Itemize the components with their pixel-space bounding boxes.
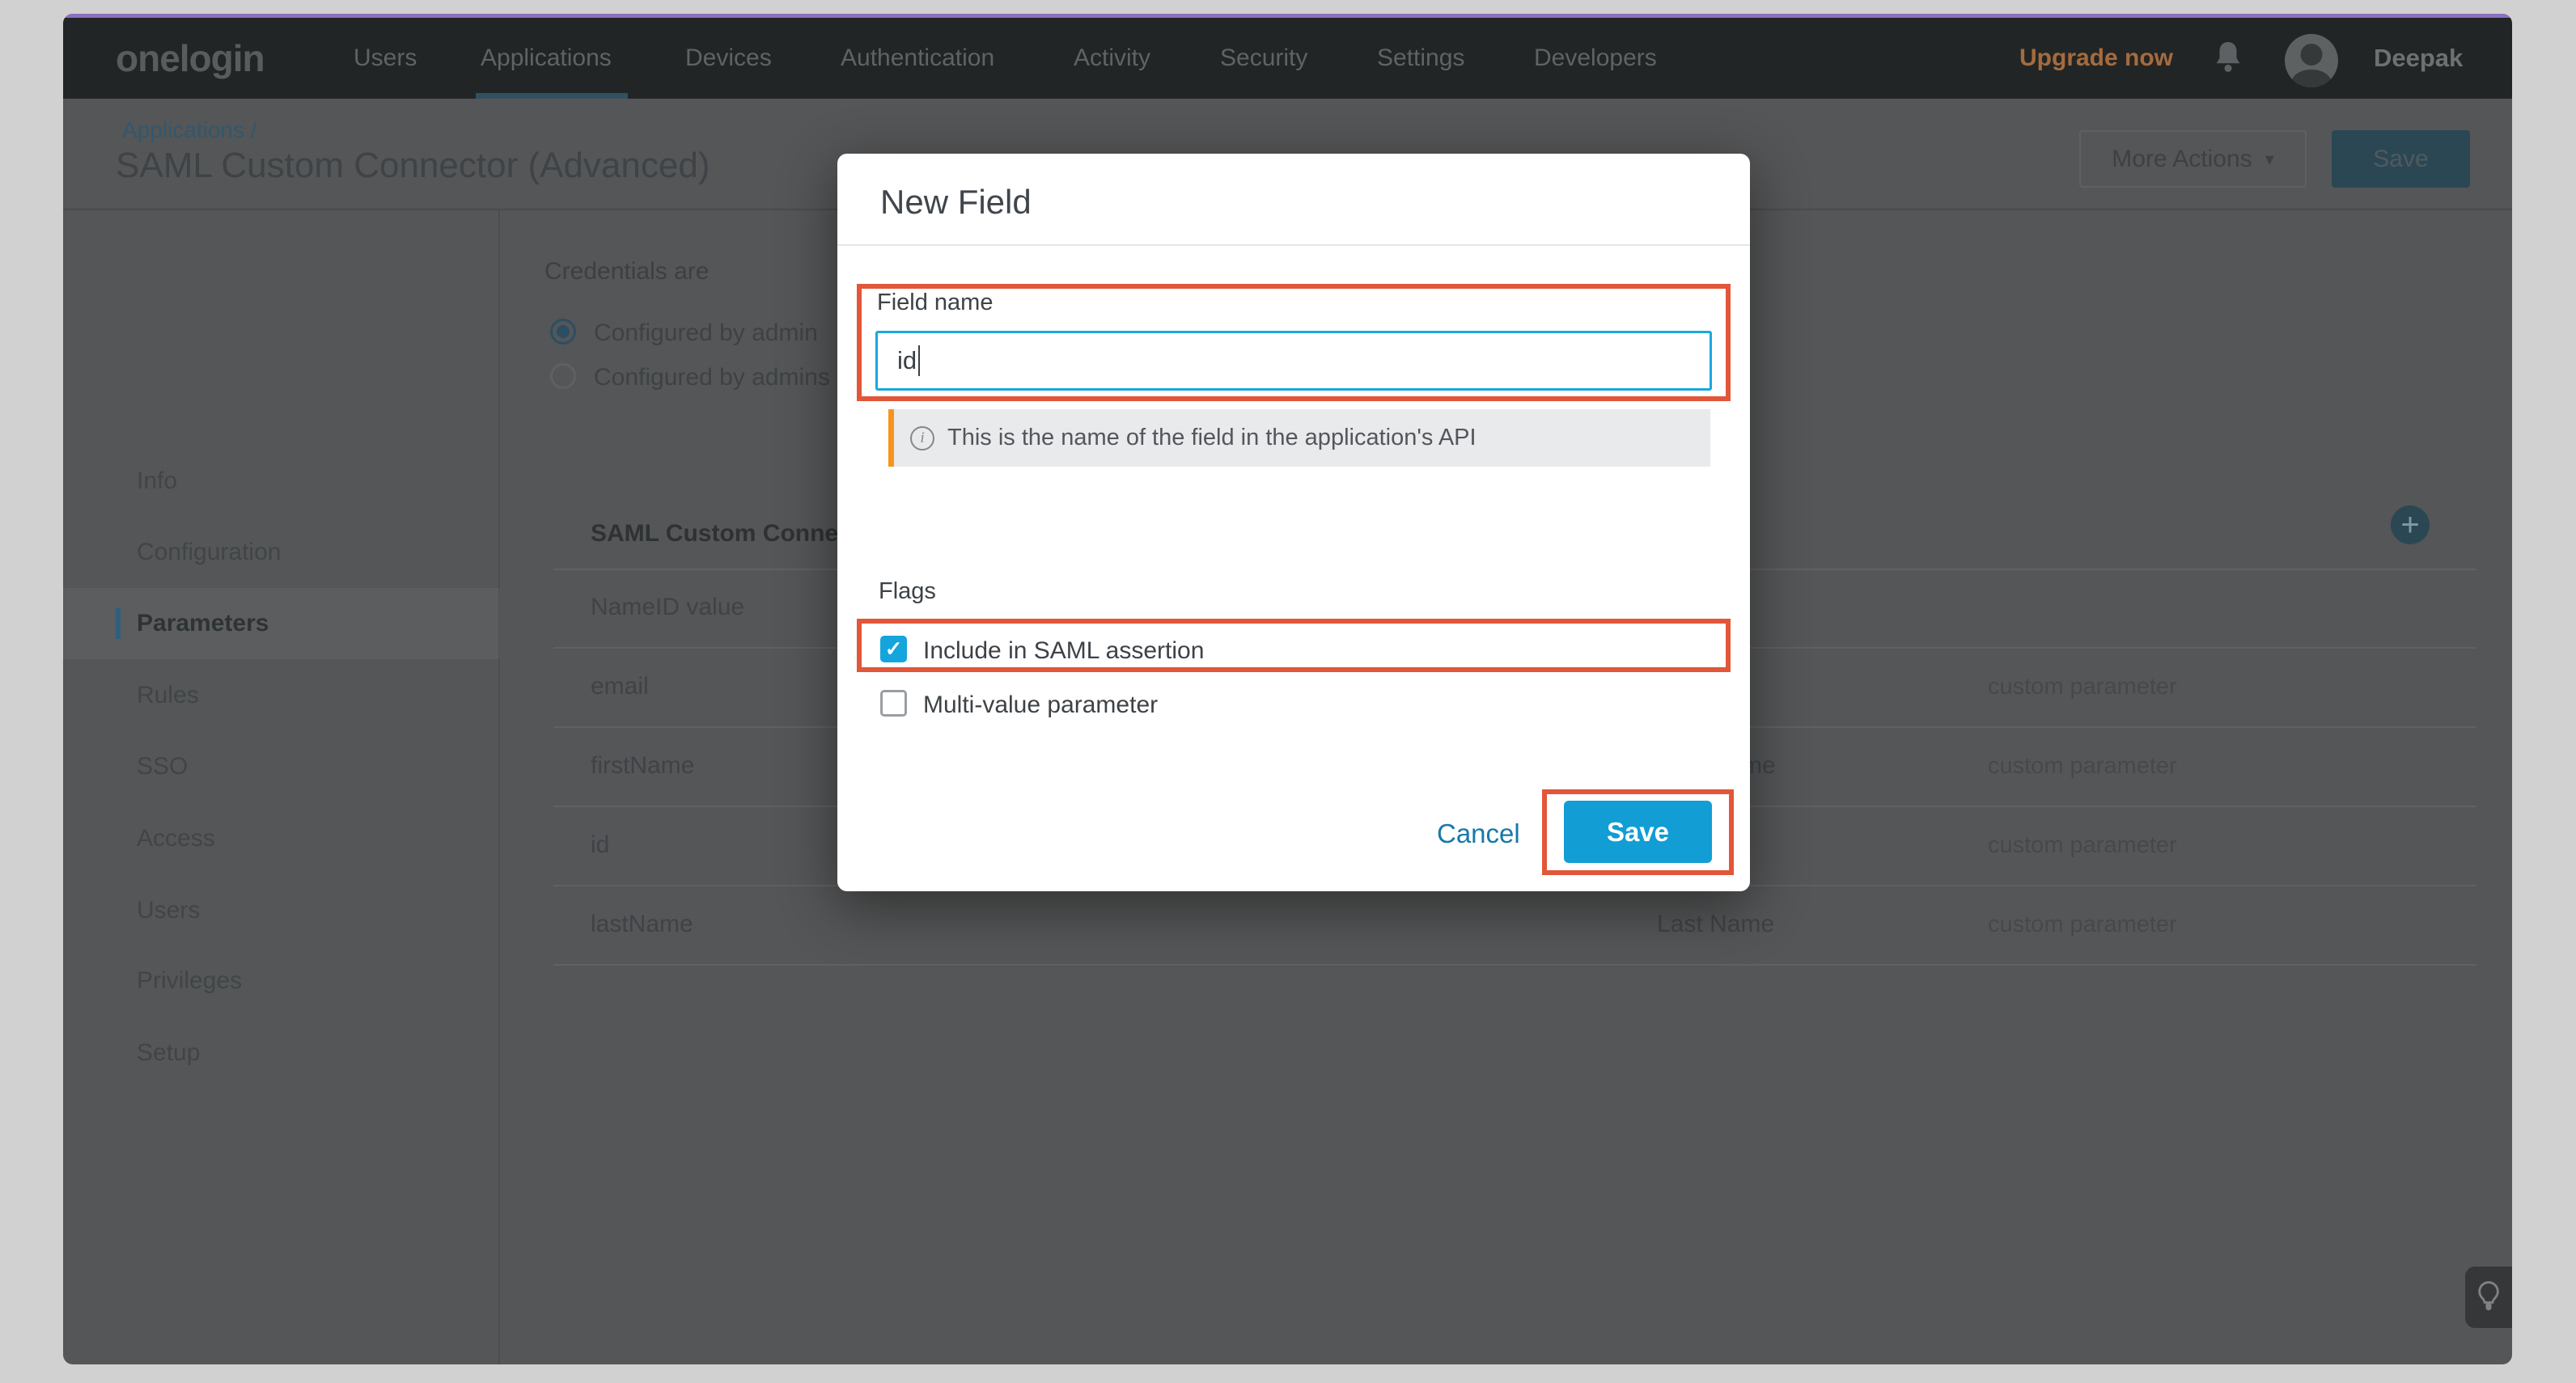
checkbox-include-in-saml-assertion[interactable]: ✓ <box>880 636 907 662</box>
table-row-field[interactable]: email <box>591 673 649 700</box>
radio-label-admin[interactable]: Configured by admin <box>594 319 818 347</box>
info-icon: i <box>910 426 934 450</box>
table-row-type: custom parameter <box>1988 674 2177 700</box>
field-name-help-note: i This is the name of the field in the a… <box>888 409 1710 467</box>
checkbox-label-multi-value[interactable]: Multi-value parameter <box>923 692 1158 719</box>
table-row-value: Last Name <box>1657 911 1774 938</box>
screen: onelogin Users Applications Devices Auth… <box>0 0 2576 1383</box>
radio-label-admins-users[interactable]: Configured by admins a <box>594 364 850 391</box>
table-row-type: custom parameter <box>1988 832 2177 859</box>
nav-item-devices[interactable]: Devices <box>685 44 772 72</box>
checkbox-multi-value-parameter[interactable] <box>880 690 907 717</box>
lightbulb-icon <box>2475 1279 2502 1316</box>
table-row-field[interactable]: NameID value <box>591 594 744 621</box>
top-nav: onelogin Users Applications Devices Auth… <box>63 18 2512 99</box>
nav-item-developers[interactable]: Developers <box>1534 44 1657 72</box>
page-save-button[interactable]: Save <box>2332 130 2470 188</box>
sidebar-item-info[interactable]: Info <box>137 467 177 495</box>
more-actions-label: More Actions <box>2112 146 2252 173</box>
upgrade-now-link[interactable]: Upgrade now <box>2019 44 2173 72</box>
sidebar-item-setup[interactable]: Setup <box>137 1039 200 1067</box>
flags-label: Flags <box>879 578 936 605</box>
radio-configured-by-admins-and-users[interactable] <box>550 363 576 389</box>
user-name[interactable]: Deepak <box>2374 44 2463 73</box>
nav-item-authentication[interactable]: Authentication <box>841 44 994 72</box>
nav-item-security[interactable]: Security <box>1220 44 1307 72</box>
sidebar-item-users[interactable]: Users <box>137 897 200 924</box>
help-widget-button[interactable] <box>2465 1267 2512 1328</box>
sidebar-item-access[interactable]: Access <box>137 825 215 852</box>
sidebar: Info Configuration Parameters Rules SSO … <box>63 210 500 1364</box>
table-title: SAML Custom Connecto <box>591 520 875 548</box>
user-avatar[interactable] <box>2285 34 2338 87</box>
sidebar-item-sso[interactable]: SSO <box>137 753 188 780</box>
table-row-type: custom parameter <box>1988 753 2177 780</box>
checkbox-label-saml-assertion[interactable]: Include in SAML assertion <box>923 637 1204 665</box>
nav-item-settings[interactable]: Settings <box>1377 44 1464 72</box>
nav-item-users[interactable]: Users <box>354 44 417 72</box>
text-cursor <box>918 345 920 376</box>
chevron-down-icon: ▾ <box>2265 149 2274 170</box>
active-tab-underline <box>476 93 628 99</box>
avatar-body-silhouette <box>2292 70 2331 87</box>
field-name-label: Field name <box>877 290 993 316</box>
page-title: SAML Custom Connector (Advanced) <box>116 146 710 186</box>
table-divider <box>553 964 2476 966</box>
breadcrumb[interactable]: Applications / <box>122 117 257 143</box>
sidebar-item-configuration[interactable]: Configuration <box>137 539 281 566</box>
modal-save-button[interactable]: Save <box>1564 801 1712 863</box>
field-name-value: id <box>897 346 917 375</box>
notifications-bell-icon[interactable] <box>2211 40 2245 78</box>
table-row-field[interactable]: id <box>591 831 609 859</box>
nav-item-activity[interactable]: Activity <box>1074 44 1150 72</box>
add-parameter-button[interactable]: + <box>2391 505 2430 544</box>
table-row-field[interactable]: lastName <box>591 911 693 938</box>
avatar-head-silhouette <box>2301 44 2323 66</box>
field-name-input[interactable]: id <box>875 331 1712 391</box>
onelogin-logo: onelogin <box>116 36 265 80</box>
cancel-button[interactable]: Cancel <box>1437 818 1520 849</box>
credentials-label: Credentials are <box>544 258 709 285</box>
sidebar-item-rules[interactable]: Rules <box>137 682 199 709</box>
radio-configured-by-admin[interactable] <box>550 319 576 345</box>
more-actions-button[interactable]: More Actions ▾ <box>2079 130 2307 188</box>
new-field-modal: New Field Field name id i This is the na… <box>837 154 1750 891</box>
sidebar-active-indicator <box>116 608 121 639</box>
sidebar-active-row-highlight <box>63 588 500 659</box>
help-note-text: This is the name of the field in the app… <box>947 425 1477 451</box>
sidebar-item-privileges[interactable]: Privileges <box>137 967 242 995</box>
nav-item-applications[interactable]: Applications <box>481 44 612 72</box>
modal-title: New Field <box>880 183 1032 222</box>
sidebar-item-parameters[interactable]: Parameters <box>137 610 269 637</box>
modal-divider <box>837 244 1750 246</box>
table-row-type: custom parameter <box>1988 911 2177 938</box>
table-row-field[interactable]: firstName <box>591 752 694 780</box>
